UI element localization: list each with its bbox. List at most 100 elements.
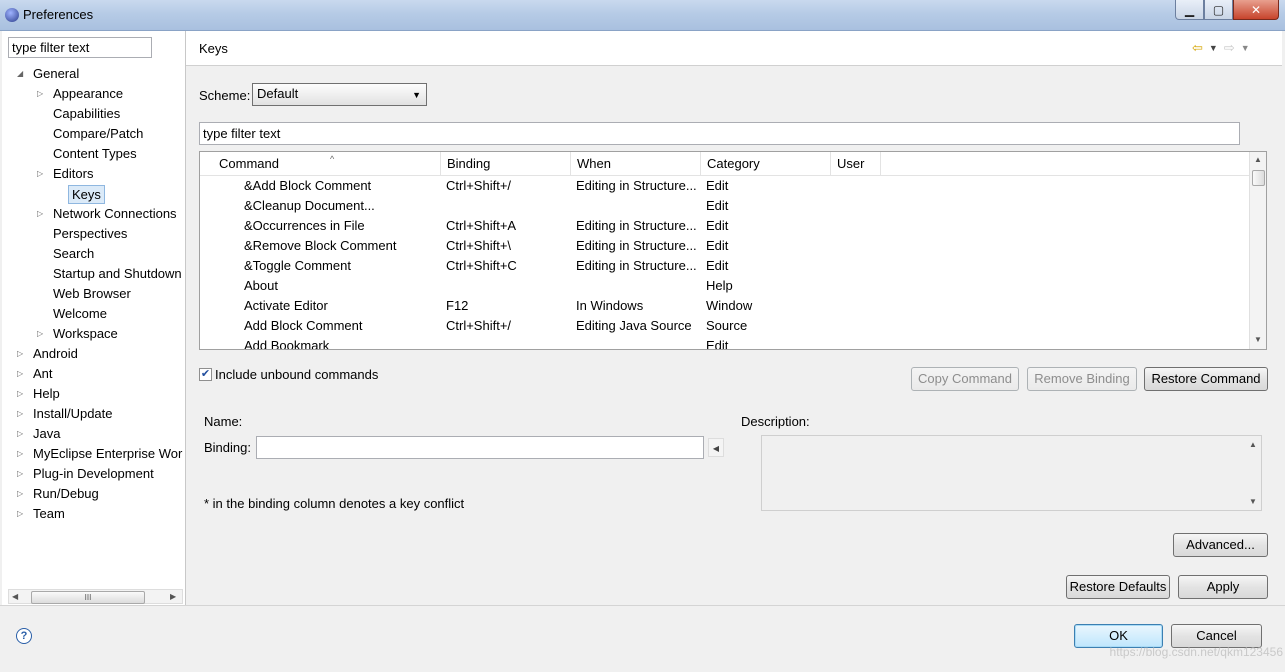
table-cell (836, 336, 886, 349)
expand-right-icon[interactable]: ▷ (37, 84, 47, 104)
table-cell (836, 196, 886, 216)
table-cell (446, 336, 570, 349)
expand-right-icon[interactable]: ▷ (17, 504, 27, 524)
apply-button[interactable]: Apply (1178, 575, 1268, 599)
scroll-right-icon[interactable]: ▶ (170, 592, 176, 601)
scroll-down-icon[interactable]: ▼ (1249, 497, 1257, 506)
column-header-when[interactable]: When (571, 152, 701, 175)
expand-right-icon[interactable]: ▷ (37, 164, 47, 184)
table-row[interactable]: &Cleanup Document... Edit (200, 196, 1251, 216)
binding-input[interactable] (256, 436, 704, 459)
binding-menu-arrow-icon[interactable]: ◀ (708, 438, 724, 457)
table-cell (836, 276, 886, 296)
tree-item[interactable]: Web Browser (53, 284, 131, 304)
column-header-user[interactable]: User (831, 152, 881, 175)
expand-right-icon[interactable]: ▷ (17, 424, 27, 444)
scroll-thumb[interactable]: III (31, 591, 145, 604)
tree-item[interactable]: Run/Debug (33, 484, 99, 504)
help-icon[interactable]: ? (16, 628, 32, 644)
restore-command-button[interactable]: Restore Command (1144, 367, 1268, 391)
page-title: Keys (199, 41, 228, 56)
maximize-button[interactable]: ▢ (1204, 0, 1233, 20)
table-header: Command ^ Binding When Category User (200, 152, 1251, 176)
expand-right-icon[interactable]: ▷ (17, 444, 27, 464)
table-cell (576, 196, 700, 216)
scheme-select[interactable]: Default ▼ (252, 83, 427, 106)
table-row[interactable]: Activate Editor F12 In Windows Window (200, 296, 1251, 316)
forward-arrow-icon[interactable]: ⇨ (1224, 40, 1235, 56)
expand-right-icon[interactable]: ▷ (17, 484, 27, 504)
tree-item[interactable]: Content Types (53, 144, 137, 164)
expand-right-icon[interactable]: ▷ (17, 364, 27, 384)
tree-item[interactable]: Team (33, 504, 65, 524)
table-cell (446, 196, 570, 216)
advanced-button[interactable]: Advanced... (1173, 533, 1268, 557)
column-header-category[interactable]: Category (701, 152, 831, 175)
tree-item[interactable]: Plug-in Development (33, 464, 154, 484)
expand-right-icon[interactable]: ▷ (17, 344, 27, 364)
tree-item[interactable]: Compare/Patch (53, 124, 143, 144)
tree-horizontal-scrollbar[interactable]: ◀ III ▶ (8, 589, 183, 604)
table-cell (576, 276, 700, 296)
tree-item[interactable]: Startup and Shutdown (53, 264, 182, 284)
expand-right-icon[interactable]: ▷ (37, 324, 47, 344)
scroll-up-icon[interactable]: ▲ (1254, 155, 1262, 164)
include-unbound-checkbox[interactable]: ✔ (199, 368, 212, 381)
tree-item[interactable]: Java (33, 424, 60, 444)
tree-item[interactable]: General (33, 64, 79, 84)
table-cell: Add Block Comment (244, 318, 363, 333)
close-button[interactable]: ✕ (1233, 0, 1279, 20)
tree-item[interactable]: Welcome (53, 304, 107, 324)
column-header-command[interactable]: Command ^ (213, 152, 441, 175)
copy-command-button[interactable]: Copy Command (911, 367, 1019, 391)
table-row[interactable]: &Occurrences in File Ctrl+Shift+A Editing … (200, 216, 1251, 236)
table-cell (446, 276, 570, 296)
tree-item[interactable]: Search (53, 244, 94, 264)
table-vertical-scrollbar[interactable]: ▲ ▼ (1249, 152, 1266, 349)
description-textarea[interactable]: ▲ ▼ (761, 435, 1262, 511)
table-cell: Editing in Structure... (576, 218, 697, 233)
table-row[interactable]: &Remove Block Comment Ctrl+Shift+\ Editing… (200, 236, 1251, 256)
table-cell (836, 316, 886, 336)
back-menu-chevron-icon[interactable]: ▼ (1209, 40, 1218, 56)
minimize-button[interactable]: ▁ (1175, 0, 1204, 20)
scroll-thumb[interactable] (1252, 170, 1265, 186)
tree-item[interactable]: Install/Update (33, 404, 113, 424)
table-row[interactable]: Add Block Comment Ctrl+Shift+/ Editing Jav… (200, 316, 1251, 336)
forward-menu-chevron-icon[interactable]: ▼ (1241, 40, 1250, 56)
tree-item[interactable]: Workspace (53, 324, 118, 344)
back-arrow-icon[interactable]: ⇦ (1192, 40, 1203, 56)
expand-down-icon[interactable]: ◢ (17, 64, 27, 84)
scroll-left-icon[interactable]: ◀ (12, 592, 18, 601)
tree-item[interactable]: Capabilities (53, 104, 120, 124)
expand-right-icon[interactable]: ▷ (17, 404, 27, 424)
keys-filter-input[interactable]: type filter text (199, 122, 1240, 145)
remove-binding-button[interactable]: Remove Binding (1027, 367, 1137, 391)
table-row[interactable]: About Help (200, 276, 1251, 296)
tree-item[interactable]: MyEclipse Enterprise Wor (33, 444, 182, 464)
expand-right-icon[interactable]: ▷ (17, 464, 27, 484)
table-cell: Ctrl+Shift+/ (446, 178, 512, 193)
tree-item[interactable]: Network Connections (53, 204, 177, 224)
tree-item[interactable]: Help (33, 384, 60, 404)
table-row[interactable]: &Add Block Comment Ctrl+Shift+/ Editing in… (200, 176, 1251, 196)
tree-item[interactable]: Ant (33, 364, 53, 384)
tree-item[interactable]: Perspectives (53, 224, 127, 244)
expand-right-icon[interactable]: ▷ (17, 384, 27, 404)
scroll-up-icon[interactable]: ▲ (1249, 440, 1257, 449)
table-cell (836, 236, 886, 256)
table-row[interactable]: Add Bookmark Edit (200, 336, 1251, 349)
include-unbound-label[interactable]: Include unbound commands (215, 367, 378, 382)
tree-filter-input[interactable]: type filter text (8, 37, 152, 58)
tree-item[interactable]: Appearance (53, 84, 123, 104)
tree-item[interactable]: Editors (53, 164, 93, 184)
app-icon (5, 8, 19, 22)
tree-item[interactable]: Keys (68, 185, 105, 204)
tree-item[interactable]: Android (33, 344, 78, 364)
table-row[interactable]: &Toggle Comment Ctrl+Shift+C Editing in St… (200, 256, 1251, 276)
expand-right-icon[interactable]: ▷ (37, 204, 47, 224)
restore-defaults-button[interactable]: Restore Defaults (1066, 575, 1170, 599)
scroll-down-icon[interactable]: ▼ (1254, 335, 1262, 344)
table-cell: Ctrl+Shift+\ (446, 238, 512, 253)
column-header-binding[interactable]: Binding (441, 152, 571, 175)
